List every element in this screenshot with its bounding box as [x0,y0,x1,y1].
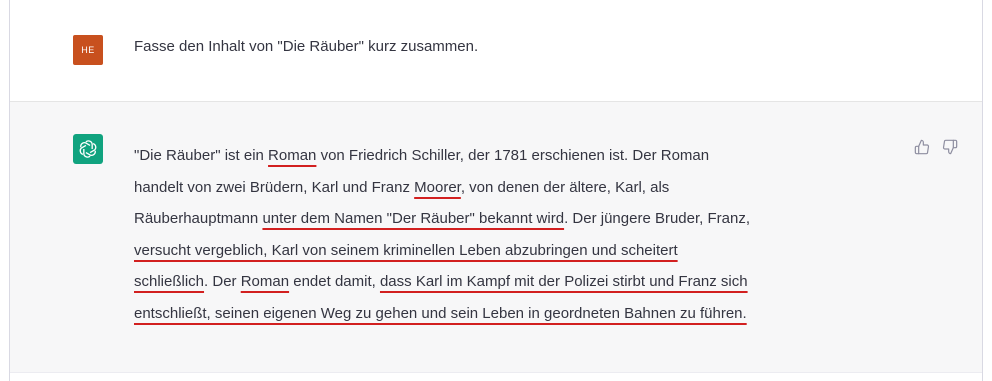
answer-span-underlined: Roman [268,147,317,164]
answer-span: handelt von zwei Brüdern, Karl und Franz [134,178,415,196]
openai-logo-icon [73,134,103,164]
thumbs-up-icon[interactable] [913,138,931,156]
answer-span: von Friedrich Schiller, der 1781 erschie… [316,147,710,164]
answer-span: , von denen der ältere, Karl, als [460,178,670,196]
answer-line: handelt von zwei Brüdern, Karl und Franz… [134,172,904,204]
divider [10,372,982,373]
answer-span-underlined: entschließt, seinen eigenen Weg zu gehen… [134,304,747,322]
answer-span: . Der jüngere Bruder, Franz, [564,210,750,227]
answer-span-underlined: schließlich [134,273,205,290]
assistant-message-row: "Die Räuber" ist ein Roman von Friedrich… [10,102,982,372]
answer-span: endet damit, [289,273,380,290]
answer-span-underlined: versucht vergeblich, Karl von seinem kri… [134,241,678,259]
frame-border-right [982,0,983,381]
answer-span: Räuberhauptmann [134,210,263,227]
answer-span-underlined: dass Karl im Kampf mit der Polizei stirb… [379,273,748,290]
answer-span: "Die Räuber" ist ein [134,147,269,164]
answer-span-underlined: Moorer [414,178,461,196]
answer-line: versucht vergeblich, Karl von seinem kri… [134,235,904,267]
answer-span-underlined: unter dem Namen "Der Räuber" bekannt wir… [262,210,565,227]
answer-line: entschließt, seinen eigenen Weg zu gehen… [134,298,904,330]
answer-line: "Die Räuber" ist ein Roman von Friedrich… [134,140,904,172]
feedback-buttons [913,138,959,156]
answer-span: . Der [204,273,241,290]
answer-line: Räuberhauptmann unter dem Namen "Der Räu… [134,203,904,235]
answer-span-underlined: Roman [240,273,290,290]
answer-line: schließlich. Der Roman endet damit, dass… [134,266,904,298]
user-avatar: HE [73,35,103,65]
thumbs-down-icon[interactable] [941,138,959,156]
user-message-text: Fasse den Inhalt von "Die Räuber" kurz z… [134,38,479,55]
user-message-row: HE Fasse den Inhalt von "Die Räuber" kur… [10,0,982,102]
assistant-message-text: "Die Räuber" ist ein Roman von Friedrich… [134,140,904,329]
